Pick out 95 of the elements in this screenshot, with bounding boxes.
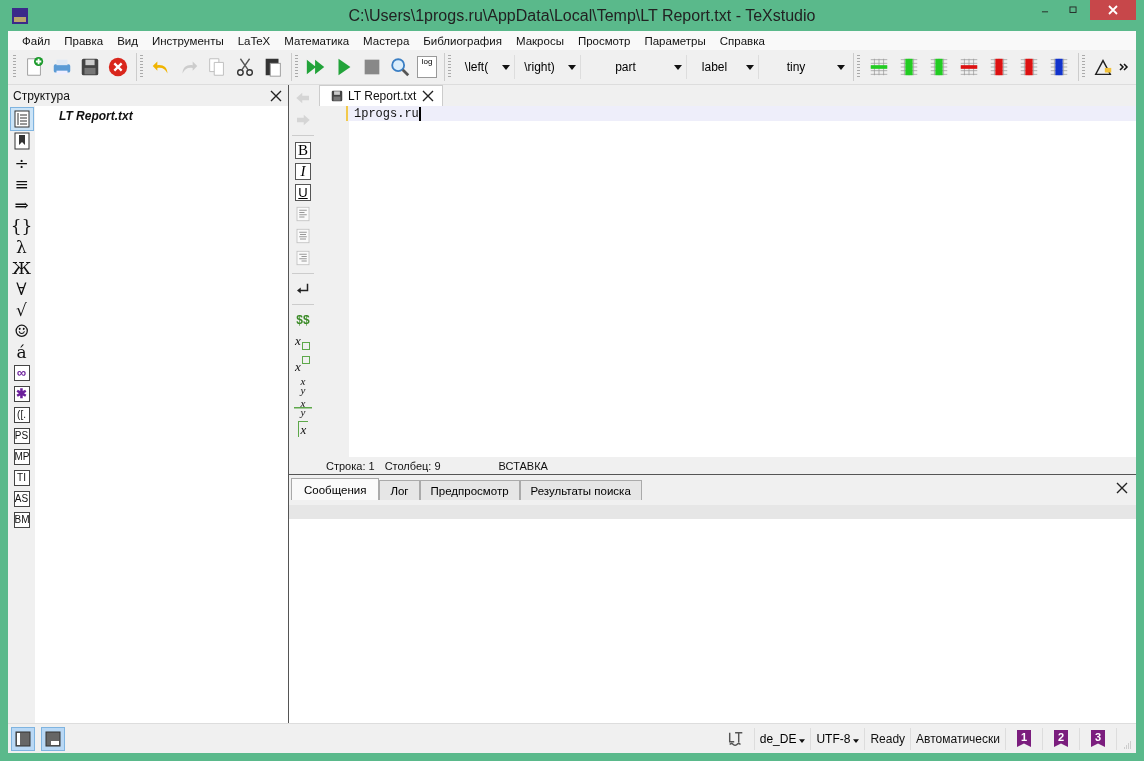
symbol-group-button[interactable]: ([. [13, 406, 30, 423]
align-center-icon[interactable] [294, 227, 312, 245]
app-icon [12, 7, 28, 24]
symbol-group-button[interactable]: MP [13, 448, 30, 465]
add-row-icon[interactable] [868, 56, 890, 78]
menu-item[interactable]: Мастера [356, 34, 417, 47]
symbol-group-button[interactable]: ✱ [13, 385, 30, 402]
panel-title: Структура [13, 88, 70, 103]
resize-grip-icon[interactable] [1122, 740, 1132, 750]
symbol-group-button[interactable]: ∀ [10, 278, 33, 299]
encoding-dropdown[interactable]: UTF-8 [816, 731, 860, 746]
save-icon[interactable] [79, 56, 101, 78]
language-dropdown[interactable]: de_DE [759, 731, 806, 746]
toolbar-overflow-icon[interactable] [1118, 61, 1130, 73]
symbol-group-button[interactable]: ⇒ [10, 194, 33, 215]
caret-icon [568, 64, 576, 70]
mode-text: Автоматически [916, 731, 1000, 746]
code-line: 1progs.ru [354, 106, 419, 121]
superscript-button[interactable]: x [293, 353, 313, 375]
caret-icon [674, 64, 682, 70]
bold-button[interactable]: B [295, 142, 311, 159]
menu-item[interactable]: Правка [57, 34, 111, 47]
align-right-icon[interactable] [294, 249, 312, 267]
remove-column-icon[interactable] [988, 56, 1010, 78]
symbol-group-button[interactable]: λ [10, 236, 33, 257]
caret-icon [853, 738, 860, 743]
cut-column-icon[interactable] [1018, 56, 1040, 78]
remove-row-icon[interactable] [958, 56, 980, 78]
toolbar-dropdown[interactable]: \right) [515, 55, 581, 79]
fraction-button[interactable]: x y [293, 375, 313, 397]
symbol-group-button[interactable]: TI [13, 469, 30, 486]
align-columns-icon[interactable] [1048, 56, 1070, 78]
paste-column-icon[interactable] [928, 56, 950, 78]
symbol-group-button[interactable]: AS [13, 490, 30, 507]
cut-icon[interactable] [234, 56, 256, 78]
cursor-status: ВСТАВКА [498, 459, 548, 472]
search-icon[interactable] [389, 56, 411, 78]
symbol-group-button[interactable]: Ж [10, 257, 33, 278]
symbol-group-button[interactable]: √ [10, 299, 33, 320]
panel-tab[interactable]: Результаты поиска [519, 480, 642, 500]
inline-math-button[interactable]: $$ [296, 312, 310, 328]
symbol-group-button[interactable]: ☺ [10, 320, 33, 341]
panel-tab[interactable]: Лог [379, 480, 420, 500]
underline-button[interactable]: U [295, 184, 311, 201]
symbol-group-button[interactable]: PS [13, 427, 30, 444]
toolbar-dropdown[interactable]: label [687, 55, 759, 79]
status-text: Ready [870, 731, 906, 746]
bookmark-button[interactable]: 2 [1054, 730, 1068, 747]
panel-tab[interactable]: Сообщения [291, 478, 380, 500]
toggle-sidebar-icon[interactable] [12, 727, 34, 750]
caret-icon [746, 64, 754, 70]
menu-item[interactable]: Файл [15, 34, 58, 47]
tree-item[interactable]: LT Report.txt [59, 109, 133, 123]
symbol-group-button[interactable]: ÷ [10, 152, 33, 173]
symbol-group-button[interactable]: ≡ [10, 173, 33, 194]
symbol-group-button[interactable]: {} [10, 215, 33, 236]
toolbar-dropdown[interactable]: tiny [759, 55, 849, 79]
cursor-status: Строка: 1 [326, 459, 375, 472]
menu-item[interactable]: Вид [110, 34, 145, 47]
menu-item[interactable]: Просмотр [570, 34, 638, 47]
close-icon[interactable] [422, 90, 435, 102]
square-root-button[interactable]: x [293, 419, 313, 441]
close-document-icon[interactable] [107, 56, 129, 78]
window-title: C:\Users\1progs.ru\AppData\Local\Temp\LT Report.txt - TeXstudio [347, 6, 817, 25]
add-column-icon[interactable] [898, 56, 920, 78]
panel-tab[interactable]: Предпросмотр [419, 480, 520, 500]
align-left-icon[interactable] [294, 205, 312, 223]
symbol-group-button[interactable]: ∞ [13, 364, 30, 381]
cursor-status: Столбец: 9 [384, 459, 441, 472]
caret-icon [799, 738, 806, 743]
menu-item[interactable]: Инструменты [144, 34, 231, 47]
subscript-button[interactable]: x [293, 331, 313, 353]
document-tab[interactable]: LT Report.txt [319, 85, 444, 106]
toolbar-dropdown[interactable]: \left( [455, 55, 515, 79]
bookmark-button[interactable]: 1 [1017, 730, 1031, 747]
symbol-group-button[interactable]: BM [13, 511, 30, 528]
caret-icon [502, 64, 510, 70]
caret-icon [837, 64, 845, 70]
italic-button[interactable]: I [295, 163, 311, 180]
menu-item[interactable]: LaTeX [230, 34, 278, 47]
view-log-button[interactable]: log [417, 56, 437, 78]
menu-item[interactable]: Справка [712, 34, 772, 47]
toolbar-dropdown[interactable]: part [581, 55, 687, 79]
close-icon[interactable] [270, 89, 282, 102]
bookmark-button[interactable]: 3 [1091, 730, 1105, 747]
close-icon[interactable] [1116, 481, 1128, 494]
save-icon [330, 89, 344, 103]
menu-item[interactable]: Библиография [416, 34, 509, 47]
toggle-bottom-panel-icon[interactable] [42, 727, 64, 750]
symbol-group-button[interactable]: á [10, 341, 33, 362]
tab-label: LT Report.txt [348, 89, 417, 103]
menu-item[interactable]: Параметры [637, 34, 713, 47]
language-tool-icon[interactable] [726, 729, 745, 748]
menu-item[interactable]: Математика [277, 34, 357, 47]
menu-item[interactable]: Макросы [508, 34, 571, 47]
